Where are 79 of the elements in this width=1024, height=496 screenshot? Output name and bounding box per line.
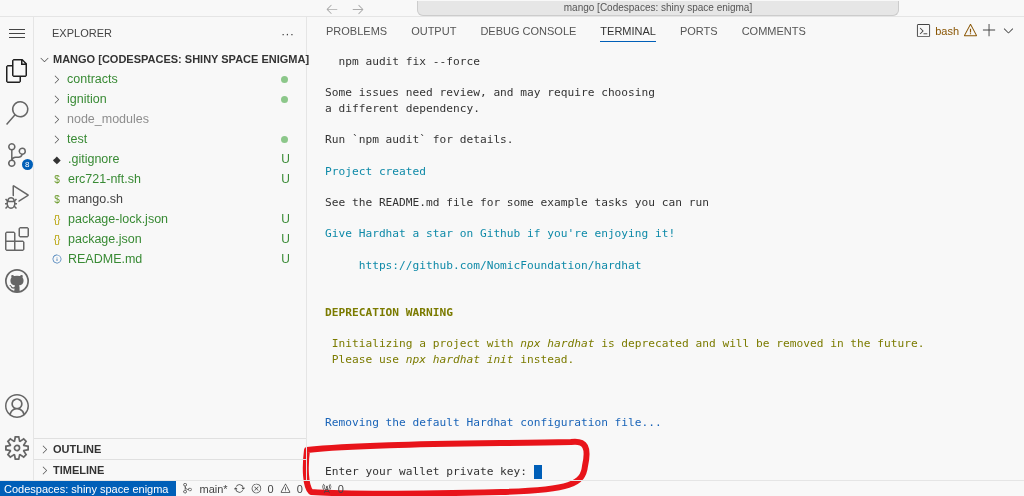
status-dot (281, 135, 288, 143)
git-status: U (281, 172, 290, 186)
file-type-icon: $ (50, 193, 64, 205)
run-debug-icon[interactable] (4, 185, 29, 209)
folder-name: node_modules (67, 112, 150, 126)
branch-status[interactable]: main* (199, 482, 228, 495)
panel-tab[interactable]: TERMINAL (600, 19, 656, 43)
sync-icon[interactable] (233, 483, 245, 494)
terminal-line: Give Hardhat a star on Github if you're enjoying it! (325, 226, 676, 243)
warning-icon (279, 483, 291, 494)
file-type-icon: ◆ (50, 153, 64, 165)
error-count[interactable]: 0 (267, 482, 274, 495)
github-icon[interactable] (4, 269, 29, 293)
file-row[interactable]: README.md U (34, 249, 306, 269)
terminal-line: npm audit fix --force (337, 53, 480, 70)
folder-row[interactable]: test (34, 129, 306, 149)
file-row[interactable]: {} package.json U (34, 229, 306, 249)
file-row[interactable]: $ erc721-nft.sh U (34, 169, 306, 189)
git-status: U (281, 152, 290, 166)
terminal-line: Initializing a project with npx hardhat is deprecated and will be removed in the future. (330, 336, 925, 352)
terminal-line: Project created (325, 163, 427, 180)
file-name: .gitignore (68, 152, 121, 166)
terminal-cursor (533, 465, 542, 480)
panel-tab[interactable]: COMMENTS (741, 19, 806, 43)
terminal-line: See the README.md file for some example tasks you can run (325, 194, 709, 211)
git-status: U (281, 212, 290, 226)
warning-count[interactable]: 0 (296, 482, 303, 495)
file-type-icon: {} (50, 233, 64, 245)
section-title[interactable]: OUTLINE (53, 443, 102, 455)
panel-tab[interactable]: DEBUG CONSOLE (480, 19, 577, 43)
file-name: mango.sh (68, 192, 124, 206)
branch-icon (182, 483, 194, 494)
file-type-icon: $ (50, 173, 64, 185)
antenna-icon (320, 483, 332, 494)
panel-tab[interactable]: OUTPUT (411, 19, 457, 43)
terminal-line: Please use npx hardhat init instead. (330, 351, 575, 368)
file-name: erc721-nft.sh (68, 172, 142, 186)
git-status: U (281, 252, 290, 266)
info-icon (50, 254, 64, 264)
account-icon[interactable] (4, 394, 29, 418)
remote-indicator[interactable]: Codespaces: shiny space enigma (0, 481, 177, 496)
section-title[interactable]: TIMELINE (53, 464, 105, 476)
file-name: README.md (68, 252, 144, 266)
extensions-icon[interactable] (4, 227, 29, 251)
file-row[interactable]: ◆ .gitignore U (34, 149, 306, 169)
terminal-link[interactable]: https://github.com/NomicFoundation/hardhat (325, 257, 642, 274)
status-dot (281, 95, 288, 103)
folder-name: test (67, 132, 89, 146)
panel-tab[interactable]: PROBLEMS (326, 19, 388, 43)
search-icon[interactable] (4, 101, 29, 125)
folder-name: contracts (67, 72, 119, 86)
file-name: package-lock.json (68, 212, 170, 226)
file-row[interactable]: {} package-lock.json U (34, 209, 306, 229)
terminal-line: Run `npm audit` for details. (325, 132, 514, 148)
git-status: U (281, 232, 290, 246)
terminal-line: Removing the default Hardhat configuration file... (325, 414, 662, 431)
folder-row[interactable]: contracts (34, 69, 306, 89)
terminal-icon (916, 23, 932, 39)
sidebar-title: EXPLORER (52, 27, 112, 39)
folder-name: ignition (67, 92, 108, 106)
file-name: package.json (68, 232, 143, 246)
command-center-search[interactable]: mango [Codespaces: shiny space enigma] (417, 1, 899, 16)
terminal-name[interactable]: bash (935, 24, 959, 37)
terminal-line: Some issues need review, and may require choosing (325, 85, 656, 101)
terminal-line: Enter your wallet private key: (325, 464, 529, 480)
warning-icon (963, 23, 978, 39)
root-folder-label[interactable]: MANGO [CODESPACES: SHINY SPACE ENIGMA] (53, 53, 310, 65)
folder-row[interactable]: ignition (34, 89, 306, 109)
error-icon (250, 483, 262, 494)
terminal-line: DEPRECATION WARNING (325, 304, 453, 321)
status-dot (281, 75, 288, 83)
file-row[interactable]: $ mango.sh (34, 189, 306, 209)
terminal-line: a different dependency. (325, 100, 480, 117)
settings-icon[interactable] (4, 436, 29, 460)
panel-tab[interactable]: PORTS (679, 19, 718, 43)
files-icon[interactable] (4, 59, 29, 83)
file-type-icon: {} (50, 213, 64, 225)
count-badge: 8 (22, 159, 33, 170)
more-actions-button[interactable]: ··· (281, 25, 294, 41)
